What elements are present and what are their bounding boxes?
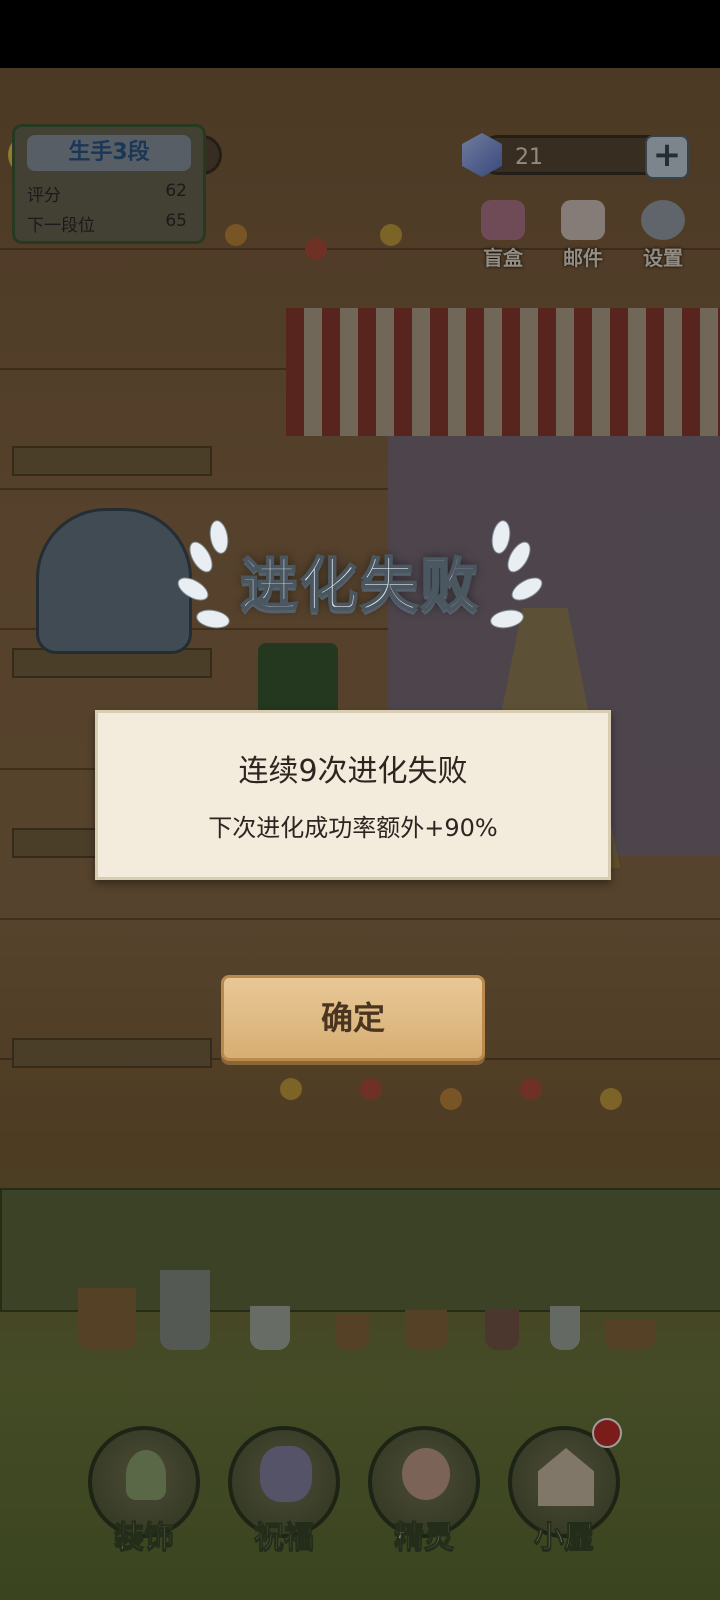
dialog-title-banner: 进化失败: [173, 518, 547, 640]
dialog-message-card: 连续9次进化失败 下次进化成功率额外+90%: [95, 710, 611, 880]
dialog-message-primary: 连续9次进化失败: [238, 754, 468, 789]
confirm-button[interactable]: 确定: [221, 975, 485, 1061]
dialog-title: 进化失败: [239, 550, 480, 620]
dialog-message-secondary: 下次进化成功率额外+90%: [208, 814, 498, 842]
